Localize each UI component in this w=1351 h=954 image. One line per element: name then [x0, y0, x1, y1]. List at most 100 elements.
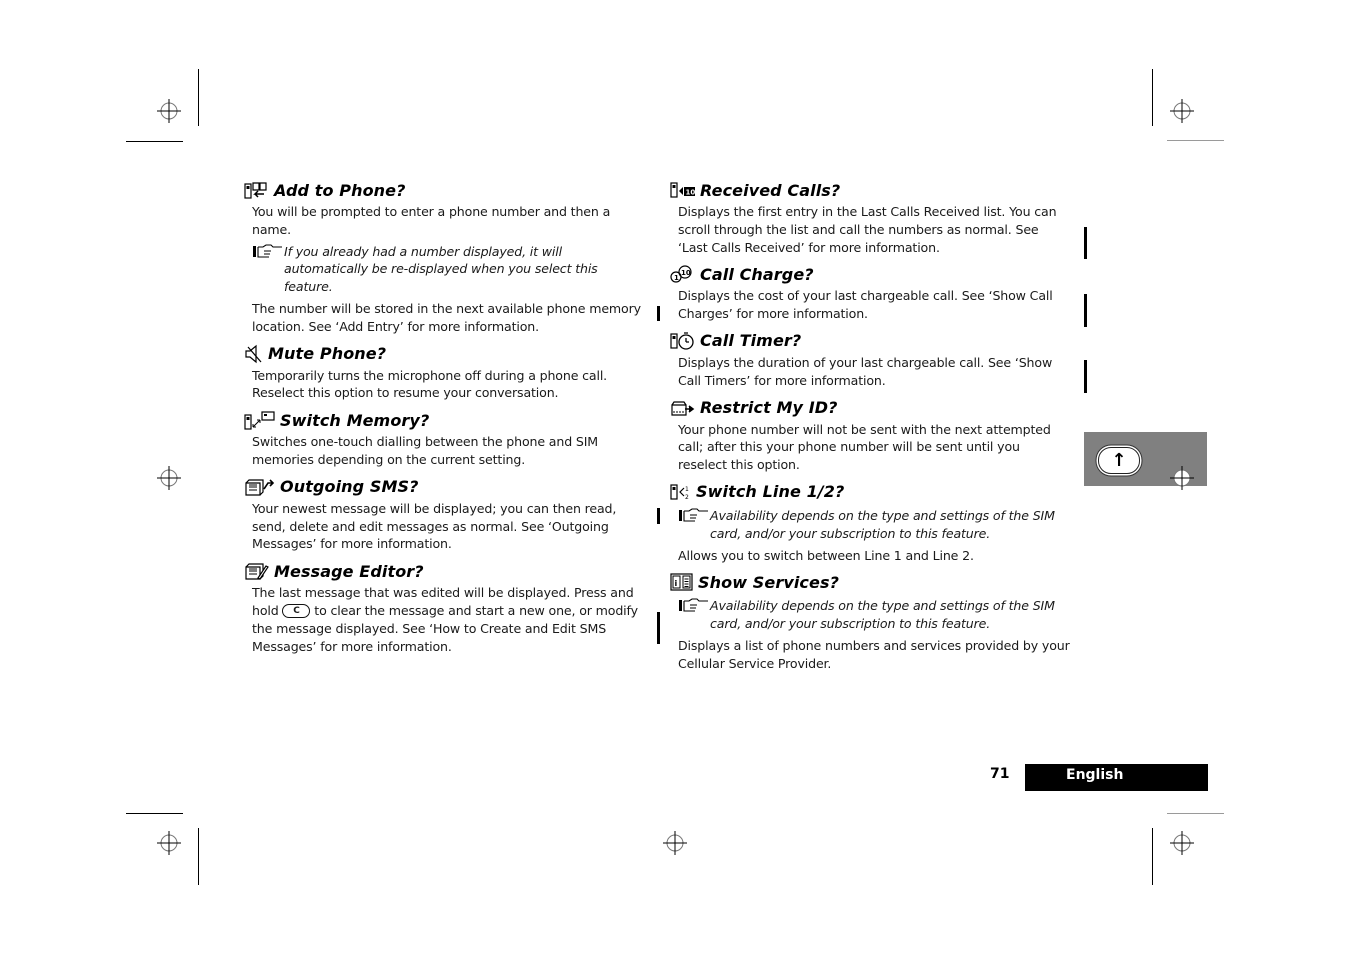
section-add-to-phone: Add to Phone? You will be prompted to en… — [244, 179, 644, 336]
section-text: The last message that was edited will be… — [244, 584, 644, 655]
registration-mark-icon — [663, 831, 687, 855]
svg-text:10: 10 — [686, 189, 696, 197]
call-timer-icon — [670, 332, 694, 350]
c-key-icon: C — [282, 604, 311, 619]
section-text: Your newest message will be displayed; y… — [252, 500, 617, 552]
trim-mark — [126, 813, 183, 814]
section-heading: Switch Memory? — [244, 409, 644, 431]
change-bar — [657, 612, 660, 644]
section-text: Your phone number will not be sent with … — [678, 421, 1051, 473]
right-column: 10 Received Calls? Displays the first en… — [670, 179, 1070, 673]
pointing-hand-note-icon — [679, 508, 708, 522]
section-text: Displays the duration of your last charg… — [678, 354, 1053, 388]
section-text: Temporarily turns the microphone off dur… — [252, 367, 608, 401]
section-title: Switch Line 1/2? — [696, 482, 845, 502]
section-message-editor: Message Editor? The last message that wa… — [244, 560, 644, 655]
message-editor-icon — [245, 563, 269, 580]
section-show-services: i Show Services? Availability depends on… — [670, 571, 1070, 672]
section-title: Show Services? — [698, 572, 839, 592]
trim-mark — [1167, 140, 1224, 141]
section-text: Switches one-touch dialling between the … — [252, 434, 599, 467]
registration-mark-icon — [157, 831, 181, 855]
svg-text:1: 1 — [674, 274, 679, 282]
switch-line-icon: 1 2 — [670, 484, 689, 501]
section-title: Mute Phone? — [268, 344, 387, 364]
trim-mark — [198, 69, 199, 126]
trim-mark — [1167, 813, 1224, 814]
section-call-charge: 1 10 Call Charge? Displays the cost of y… — [670, 263, 1070, 323]
trim-mark — [198, 828, 199, 885]
section-text: Displays the first entry in the Last Cal… — [678, 204, 1057, 255]
section-heading: Call Timer? — [670, 330, 1070, 352]
section-title: Switch Memory? — [280, 410, 430, 430]
up-arrow-icon: ↑ — [1111, 450, 1127, 471]
note-text: Availability depends on the type and set… — [710, 507, 1055, 541]
registration-mark-icon — [157, 99, 181, 123]
section-title: Received Calls? — [700, 180, 841, 200]
left-column: Add to Phone? You will be prompted to en… — [244, 179, 644, 655]
section-title: Call Charge? — [700, 264, 814, 284]
section-title: Call Timer? — [700, 331, 802, 351]
section-mute-phone: Mute Phone? Temporarily turns the microp… — [244, 343, 644, 403]
trim-mark — [126, 141, 183, 142]
section-heading: Mute Phone? — [244, 343, 644, 365]
registration-mark-icon — [1170, 466, 1194, 490]
svg-text:2: 2 — [685, 494, 689, 501]
note: Availability depends on the type and set… — [670, 597, 1070, 633]
section-switch-memory: Switch Memory? Switches one-touch dialli… — [244, 409, 644, 469]
up-arrow-button[interactable]: ↑ — [1098, 447, 1140, 474]
registration-mark-icon — [157, 466, 181, 490]
section-heading: Outgoing SMS? — [244, 476, 644, 498]
registration-mark-icon — [1170, 831, 1194, 855]
phone-add-book-icon — [244, 182, 267, 199]
section-heading: Add to Phone? — [244, 179, 644, 201]
change-bar — [1084, 294, 1087, 327]
section-title: Add to Phone? — [274, 180, 406, 200]
section-heading: 1 10 Call Charge? — [670, 263, 1070, 285]
show-services-icon: i — [670, 573, 693, 591]
section-title: Outgoing SMS? — [280, 477, 419, 497]
change-bar — [1084, 227, 1087, 259]
trim-mark — [1152, 69, 1153, 126]
section-text: Displays the cost of your last chargeabl… — [678, 288, 1053, 322]
svg-text:i: i — [675, 579, 678, 588]
section-switch-line: 1 2 Switch Line 1/2? Availability depend… — [670, 481, 1070, 564]
outgoing-sms-icon — [245, 479, 275, 496]
section-call-timer: Call Timer? Displays the duration of you… — [670, 330, 1070, 390]
pointing-hand-note-icon — [253, 244, 282, 258]
section-title: Message Editor? — [274, 561, 424, 581]
section-title: Restrict My ID? — [700, 398, 838, 418]
note: Availability depends on the type and set… — [670, 507, 1070, 543]
change-bar — [1084, 360, 1087, 393]
change-bar — [657, 306, 660, 321]
note: If you already had a number displayed, i… — [244, 243, 644, 296]
note-text: If you already had a number displayed, i… — [284, 243, 598, 295]
switch-memory-icon — [244, 411, 275, 430]
trim-mark — [1152, 828, 1153, 885]
language-tab: English — [1025, 764, 1208, 791]
note-text: Availability depends on the type and set… — [710, 598, 1055, 632]
section-heading: Restrict My ID? — [670, 397, 1070, 419]
page-number: 71 — [990, 766, 1010, 782]
section-restrict-my-id: Restrict My ID? Your phone number will n… — [670, 397, 1070, 474]
section-text: The number will be stored in the next av… — [252, 300, 641, 334]
registration-mark-icon — [1170, 99, 1194, 123]
section-heading: 1 2 Switch Line 1/2? — [670, 481, 1070, 503]
section-heading: i Show Services? — [670, 571, 1070, 593]
text-fragment: to clear the message and start a new one… — [252, 602, 638, 654]
call-charge-icon: 1 10 — [670, 265, 692, 283]
section-heading: 10 Received Calls? — [670, 179, 1070, 201]
svg-text:10: 10 — [681, 269, 691, 277]
section-text: Allows you to switch between Line 1 and … — [678, 547, 974, 563]
section-text: Displays a list of phone numbers and ser… — [678, 637, 1070, 671]
section-heading: Message Editor? — [244, 560, 644, 582]
change-bar — [657, 508, 660, 524]
section-received-calls: 10 Received Calls? Displays the first en… — [670, 179, 1070, 256]
section-text: You will be prompted to enter a phone nu… — [252, 204, 611, 237]
pointing-hand-note-icon — [679, 598, 708, 612]
svg-text:1: 1 — [685, 486, 689, 493]
restrict-id-icon — [671, 400, 695, 416]
mute-speaker-icon — [245, 344, 262, 363]
section-outgoing-sms: Outgoing SMS? Your newest message will b… — [244, 476, 644, 553]
received-calls-icon: 10 — [670, 182, 696, 198]
